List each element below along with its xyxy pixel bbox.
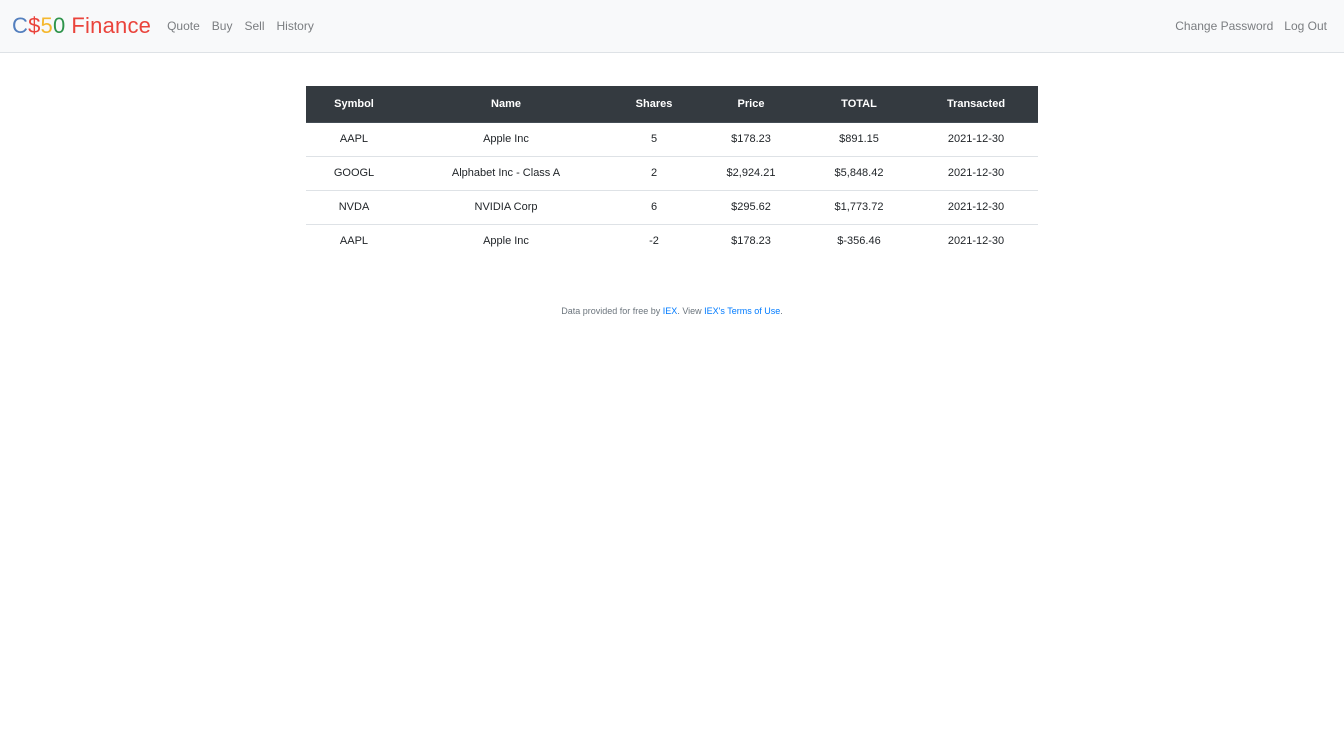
primary-nav: Quote Buy Sell History bbox=[161, 17, 320, 35]
nav-link-log-out[interactable]: Log Out bbox=[1278, 19, 1332, 33]
main-content: Symbol Name Shares Price TOTAL Transacte… bbox=[306, 86, 1038, 258]
column-header-transacted: Transacted bbox=[914, 86, 1038, 123]
cell-total: $891.15 bbox=[804, 122, 914, 157]
iex-terms-link[interactable]: IEX's Terms of Use bbox=[704, 306, 780, 316]
column-header-name: Name bbox=[402, 86, 610, 123]
cell-symbol: AAPL bbox=[339, 235, 369, 248]
column-header-total: TOTAL bbox=[804, 86, 914, 123]
column-header-symbol: Symbol bbox=[306, 86, 402, 123]
brand-logo-link[interactable]: C $5 0 Finance bbox=[12, 13, 151, 39]
cell-name: Apple Inc bbox=[402, 122, 610, 157]
cell-transacted: 2021-12-30 bbox=[947, 235, 1005, 248]
cell-name: Alphabet Inc - Class A bbox=[402, 156, 610, 191]
brand-letter-c: C bbox=[12, 13, 29, 38]
footer-prefix: Data provided for free by bbox=[561, 306, 663, 316]
nav-link-buy[interactable]: Buy bbox=[206, 19, 239, 33]
brand-dollar: $ bbox=[28, 13, 41, 38]
cell-symbol: GOOGL bbox=[306, 156, 402, 191]
column-header-shares: Shares bbox=[610, 86, 698, 123]
footer-suffix: . bbox=[780, 306, 783, 316]
table-row: NVDA NVIDIA Corp 6 $295.62 $1,773.72 202… bbox=[306, 190, 1038, 225]
nav-link-history[interactable]: History bbox=[270, 19, 319, 33]
table-row: AAPL Apple Inc -2 $178.23 $-356.46 2021-… bbox=[306, 224, 1038, 258]
nav-link-quote[interactable]: Quote bbox=[161, 19, 206, 33]
cell-transacted: 2021-12-30 bbox=[914, 190, 1038, 225]
cell-total: $1,773.72 bbox=[804, 190, 914, 225]
cell-total: $-356.46 bbox=[837, 235, 881, 248]
nav-link-change-password[interactable]: Change Password bbox=[1169, 19, 1278, 33]
cell-price: $178.23 bbox=[731, 235, 771, 248]
table-row: AAPL Apple Inc 5 $178.23 $891.15 2021-12… bbox=[306, 122, 1038, 157]
cell-symbol: NVDA bbox=[306, 190, 402, 225]
cell-shares: 5 bbox=[610, 122, 698, 157]
cell-name: NVIDIA Corp bbox=[402, 190, 610, 225]
cell-shares: 6 bbox=[610, 190, 698, 225]
cell-name: Apple Inc bbox=[483, 235, 529, 248]
column-header-price: Price bbox=[698, 86, 804, 123]
footer-middle: . View bbox=[677, 306, 705, 316]
cell-price: $295.62 bbox=[698, 190, 804, 225]
account-nav: Change Password Log Out bbox=[1169, 17, 1332, 35]
brand-digit-5: 5 bbox=[40, 13, 53, 38]
cell-shares: 2 bbox=[610, 156, 698, 191]
cell-price: $178.23 bbox=[698, 122, 804, 157]
table-row: GOOGL Alphabet Inc - Class A 2 $2,924.21… bbox=[306, 156, 1038, 191]
cell-shares: -2 bbox=[649, 235, 659, 248]
cell-price: $2,924.21 bbox=[698, 156, 804, 191]
cell-total: $5,848.42 bbox=[804, 156, 914, 191]
nav-link-sell[interactable]: Sell bbox=[238, 19, 270, 33]
brand-digit-0: 0 bbox=[52, 13, 66, 38]
brand-word-finance: Finance bbox=[71, 13, 152, 38]
cell-transacted: 2021-12-30 bbox=[914, 122, 1038, 157]
navbar: C $5 0 Finance Quote Buy Sell History Chang… bbox=[0, 0, 1344, 53]
iex-link[interactable]: IEX bbox=[663, 306, 678, 316]
footer: Data provided for free by IEX. View IEX'… bbox=[0, 306, 1344, 316]
cell-symbol: AAPL bbox=[306, 122, 402, 157]
table-header: Symbol Name Shares Price TOTAL Transacte… bbox=[306, 86, 1038, 123]
cell-transacted: 2021-12-30 bbox=[914, 156, 1038, 191]
history-table: Symbol Name Shares Price TOTAL Transacte… bbox=[306, 86, 1038, 258]
